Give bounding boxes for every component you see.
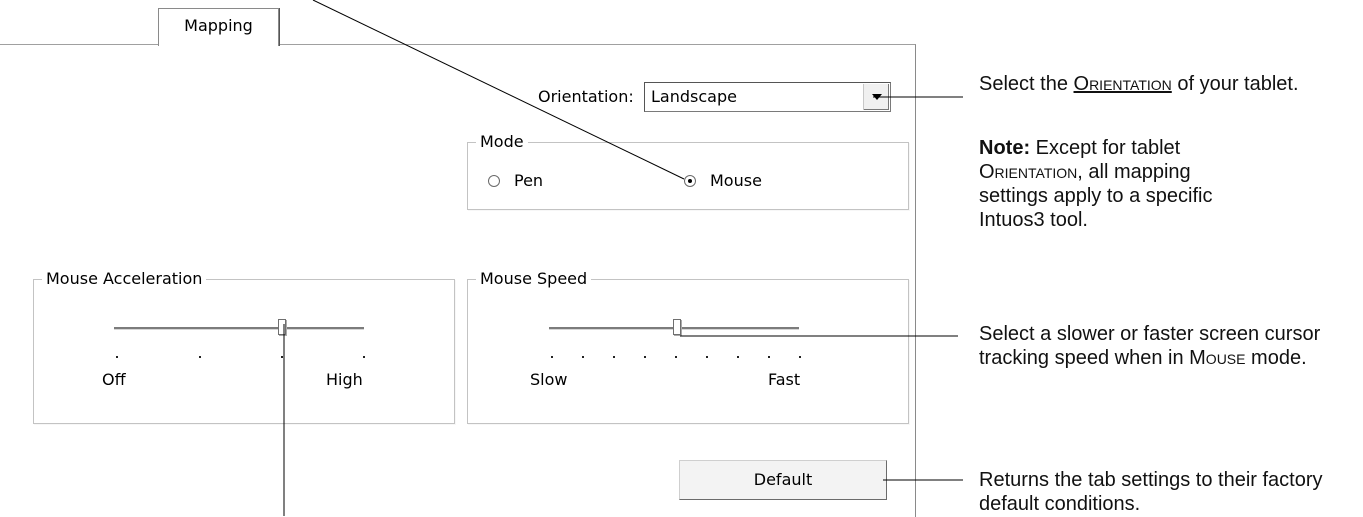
orientation-value: Landscape <box>651 87 737 106</box>
orientation-callout-prefix: Select the <box>979 73 1074 95</box>
acceleration-max-label: High <box>326 370 363 389</box>
acceleration-tick <box>199 356 201 358</box>
speed-slider-thumb[interactable] <box>673 319 681 335</box>
acceleration-tick <box>116 356 118 358</box>
note-callout: Note: Except for tablet Orientation, all… <box>979 136 1249 232</box>
mode-group-title: Mode <box>476 132 528 152</box>
tab-mapping-label: Mapping <box>184 16 253 35</box>
default-button[interactable]: Default <box>679 460 887 500</box>
speed-group: Mouse Speed Slow Fast <box>467 269 909 424</box>
radio-mouse-dot[interactable] <box>684 174 696 187</box>
speed-tick <box>582 356 584 358</box>
acceleration-tick <box>281 356 283 358</box>
acceleration-group-title: Mouse Acceleration <box>42 269 207 289</box>
orientation-callout-term: Orientation <box>1073 73 1172 95</box>
orientation-callout-suffix: of your tablet. <box>1171 73 1299 95</box>
speed-tick <box>613 356 615 358</box>
radio-pen-label: Pen <box>514 171 544 190</box>
speed-callout: Select a slower or faster screen cursor … <box>979 322 1359 370</box>
orientation-label: Orientation: <box>538 87 634 106</box>
radio-mouse-label: Mouse <box>710 171 762 190</box>
speed-callout-term: Mouse <box>1189 347 1246 369</box>
acceleration-min-label: Off <box>102 370 126 389</box>
acceleration-slider-thumb[interactable] <box>278 319 286 335</box>
speed-tick <box>675 356 677 358</box>
radio-pen[interactable]: Pen <box>488 171 543 190</box>
speed-tick <box>799 356 801 358</box>
orientation-select[interactable]: Landscape <box>644 82 891 112</box>
radio-mouse[interactable]: Mouse <box>684 171 762 190</box>
mode-group: Mode Pen Mouse <box>467 132 909 210</box>
orientation-callout: Select the Orientation of your tablet. <box>979 72 1359 96</box>
note-callout-text-a: Except for tablet <box>1030 137 1181 159</box>
speed-tick <box>706 356 708 358</box>
chevron-down-icon[interactable] <box>863 84 889 110</box>
default-callout-text: Returns the tab settings to their factor… <box>979 469 1323 515</box>
speed-min-label: Slow <box>530 370 568 389</box>
speed-max-label: Fast <box>768 370 801 389</box>
tab-mapping[interactable]: Mapping <box>158 8 279 46</box>
radio-pen-dot[interactable] <box>488 174 500 187</box>
speed-tick <box>737 356 739 358</box>
speed-tick <box>768 356 770 358</box>
default-callout: Returns the tab settings to their factor… <box>979 468 1359 516</box>
speed-tick <box>551 356 553 358</box>
acceleration-slider-track[interactable] <box>114 327 364 330</box>
note-callout-term: Orientation <box>979 161 1078 183</box>
speed-callout-suffix: mode. <box>1245 347 1307 369</box>
speed-tick <box>644 356 646 358</box>
acceleration-group: Mouse Acceleration Off High <box>33 269 455 424</box>
acceleration-tick <box>363 356 365 358</box>
speed-group-title: Mouse Speed <box>476 269 592 289</box>
note-callout-bold: Note: <box>979 137 1031 159</box>
